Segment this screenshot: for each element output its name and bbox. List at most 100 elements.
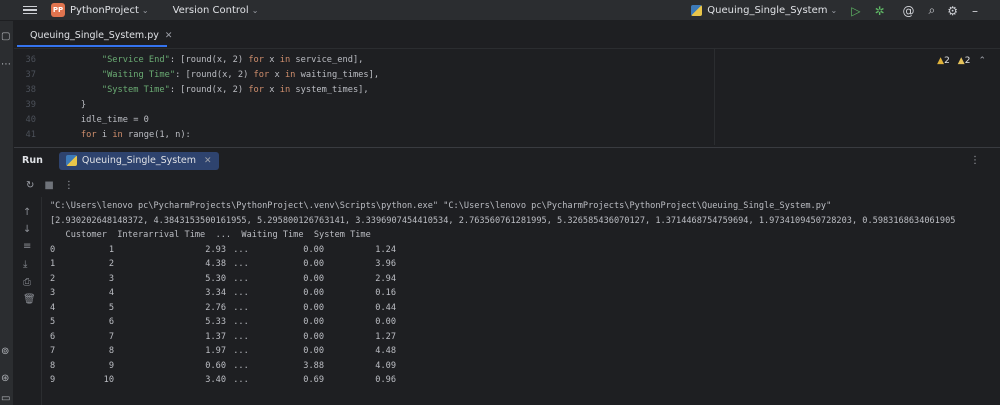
code-token: for	[248, 84, 265, 95]
code-token: "System Time"	[101, 84, 170, 95]
table-cell: ...	[233, 273, 249, 284]
more-options-icon[interactable]: ⋮	[970, 155, 980, 166]
editor-tab-label: Queuing_Single_System.py	[30, 30, 159, 41]
table-cell: 1.24	[375, 244, 396, 255]
code-line[interactable]: 38 "System Time": [round(x, 2) for x in …	[14, 82, 369, 97]
table-cell: 4.09	[375, 360, 396, 371]
table-cell: 0.00	[303, 331, 324, 342]
code-token: : [round(x, 2)	[169, 84, 249, 95]
close-tab-icon[interactable]: ✕	[165, 31, 173, 41]
left-tool-strip: ▢ ⋯ ⊚ ⊛ ▭	[0, 21, 14, 405]
terminal-icon[interactable]: ▭	[1, 393, 10, 404]
more-icon[interactable]: ⋮	[64, 180, 74, 191]
table-cell: 2.94	[375, 273, 396, 284]
services-icon[interactable]: ⊛	[1, 373, 9, 384]
console-output[interactable]: "C:\Users\lenovo pc\PycharmProjects\Pyth…	[50, 199, 1000, 405]
code-line[interactable]: 37 "Waiting Time": [round(x, 2) for x in…	[14, 67, 380, 82]
table-cell: 4.48	[375, 346, 396, 356]
table-cell: 5.33	[205, 317, 226, 327]
rerun-icon[interactable]: ↻	[26, 180, 34, 191]
run-panel-title: Run	[22, 155, 43, 166]
soft-wrap-icon[interactable]: ≡	[23, 241, 31, 252]
table-cell: 0.44	[375, 302, 396, 313]
minimize-icon[interactable]: –	[972, 4, 978, 18]
code-line[interactable]: 36 "Service End": [round(x, 2) for x in …	[14, 52, 364, 67]
code-line[interactable]: 39 }	[14, 97, 87, 112]
table-cell: ...	[233, 331, 249, 342]
line-number: 40	[25, 114, 36, 125]
console-side-toolbar: ↑ ↓ ≡ ⤓ ⎙ 🗑	[14, 197, 42, 405]
line-number: 39	[25, 99, 36, 110]
project-badge[interactable]: PP	[51, 3, 65, 17]
editor-tab[interactable]: Queuing_Single_System.py ✕	[17, 26, 172, 47]
run-tab[interactable]: Queuing_Single_System ✕	[58, 151, 219, 170]
table-cell: 10	[103, 375, 114, 385]
main-menu-icon[interactable]	[23, 4, 37, 17]
code-editor[interactable]: 36 "Service End": [round(x, 2) for x in …	[14, 49, 1000, 145]
table-cell: 3.40	[205, 375, 226, 385]
scroll-to-end-icon[interactable]: ⤓	[23, 259, 27, 270]
warning-count: 2	[944, 56, 950, 66]
version-control-menu[interactable]: Version Control	[173, 5, 249, 16]
table-cell: 0.16	[375, 288, 396, 298]
ai-assistant-icon[interactable]: @	[903, 4, 915, 18]
inspection-widget[interactable]: ▲2 ▲2 ⌃	[937, 56, 986, 66]
table-cell: 0.00	[303, 259, 324, 269]
code-token: : [round(x, 2)	[175, 69, 254, 80]
table-cell: 0.00	[303, 244, 324, 255]
chevron-down-icon[interactable]: ⌄	[252, 6, 259, 15]
table-cell: 7	[50, 346, 56, 356]
code-line[interactable]: 40 idle_time = 0	[14, 112, 149, 127]
table-cell: ...	[233, 346, 249, 356]
trash-icon[interactable]: 🗑	[23, 294, 36, 305]
chevron-down-icon[interactable]: ⌄	[831, 6, 838, 15]
table-cell: 0.60	[205, 360, 226, 371]
scroll-down-icon[interactable]: ↓	[23, 224, 31, 235]
table-cell: 1	[108, 244, 114, 255]
table-cell: 4.38	[205, 259, 226, 269]
table-cell: 2	[108, 259, 114, 269]
table-cell: ...	[233, 244, 249, 255]
line-number: 37	[25, 69, 36, 80]
run-tab-label: Queuing_Single_System	[81, 155, 197, 166]
table-cell: 1.97	[205, 346, 226, 356]
close-icon[interactable]: ✕	[204, 156, 212, 166]
table-cell: 5.30	[205, 273, 226, 284]
chevron-down-icon[interactable]: ⌄	[142, 6, 149, 15]
code-line[interactable]: 41 for i in range(1, n):	[14, 127, 191, 142]
table-cell: 6	[50, 331, 56, 342]
table-row: 3 4 3.34... 0.00 0.16	[50, 286, 1000, 301]
line-number: 41	[25, 129, 36, 140]
code-token: idle_time = 0	[60, 114, 149, 125]
run-config-selector[interactable]: Queuing_Single_System	[707, 5, 827, 16]
table-cell: ...	[233, 302, 249, 313]
run-icon[interactable]: ▷	[851, 4, 860, 18]
dataframe-table: 0 1 2.93... 0.00 1.24 1 2 4.38... 0.00 3.96 2 3 5.30…	[50, 243, 1000, 388]
array-output-line: [2.930202648148372, 4.3843153500161955, …	[50, 215, 956, 226]
code-token: "Service End"	[101, 54, 170, 65]
table-header: Customer Interarrival Time ... Waiting T…	[50, 230, 371, 240]
print-icon[interactable]: ⎙	[23, 277, 31, 288]
scroll-up-icon[interactable]: ↑	[23, 207, 31, 218]
table-cell: 4	[108, 288, 114, 298]
search-icon[interactable]: ⌕	[929, 3, 936, 18]
project-tool-icon[interactable]: ▢	[1, 31, 10, 42]
code-token: x	[264, 54, 280, 65]
table-cell: ...	[233, 360, 249, 371]
table-row: 8 9 0.60... 3.88 4.09	[50, 359, 1000, 374]
table-cell: 3.96	[375, 259, 396, 269]
python-packages-icon[interactable]: ⊚	[1, 346, 9, 357]
structure-tool-icon[interactable]: ⋯	[1, 59, 11, 70]
project-name[interactable]: PythonProject	[70, 5, 139, 16]
table-cell: 3.88	[303, 360, 324, 371]
line-number: 38	[25, 84, 36, 95]
settings-gear-icon[interactable]: ⚙	[947, 4, 958, 18]
weak-warning-count: 2	[964, 56, 971, 66]
run-panel-header: Run Queuing_Single_System ✕ ⋮	[14, 147, 1000, 173]
debug-icon[interactable]: ✲	[874, 4, 884, 18]
code-token: : [round(x, 2)	[169, 54, 249, 65]
chevron-up-icon[interactable]: ⌃	[978, 56, 986, 66]
table-row: 4 5 2.76... 0.00 0.44	[50, 301, 1000, 316]
stop-icon[interactable]: ■	[44, 180, 53, 191]
